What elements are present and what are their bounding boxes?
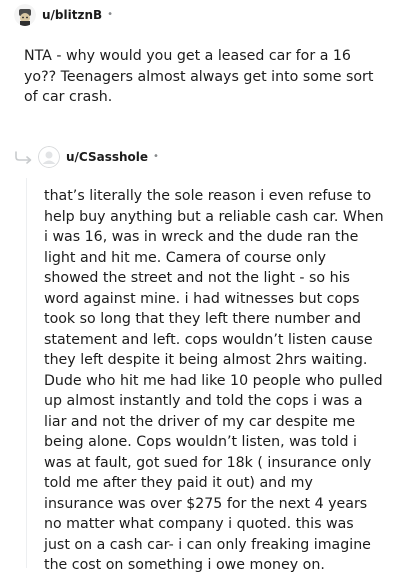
parent-author-link[interactable]: u/blitznB: [42, 8, 102, 22]
snoo-avatar-icon[interactable]: [14, 4, 36, 26]
header-separator-dot: •: [153, 151, 159, 162]
reply-comment-header: u/CSasshole •: [38, 146, 159, 168]
parent-comment-body: NTA - why would you get a leased car for…: [24, 48, 374, 105]
reply-arrow-icon: [14, 150, 34, 169]
header-separator-dot: •: [107, 9, 114, 20]
default-avatar-icon[interactable]: [38, 146, 60, 168]
parent-comment-header: u/blitznB •: [14, 4, 113, 26]
reply-author-link[interactable]: u/CSasshole: [66, 150, 148, 164]
reply-comment-body: that’s literally the sole reason i even …: [44, 188, 384, 573]
thread-line[interactable]: [26, 178, 27, 568]
